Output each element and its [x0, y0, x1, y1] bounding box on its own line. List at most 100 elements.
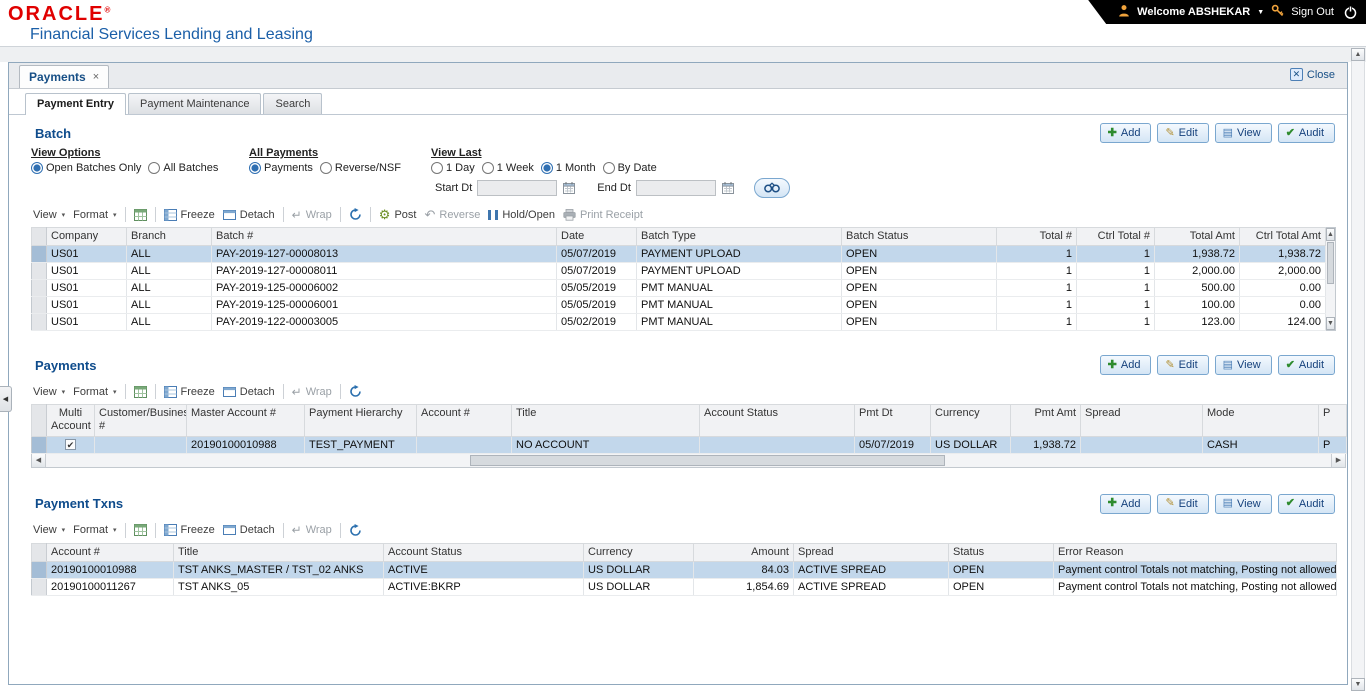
batch-holdopen-button[interactable]: Hold/Open: [488, 209, 555, 221]
payments-export-button[interactable]: [133, 385, 147, 398]
tab-close-icon[interactable]: ×: [93, 71, 99, 83]
column-header[interactable]: Currency: [930, 404, 1011, 437]
tab-payments[interactable]: Payments ×: [19, 65, 110, 88]
column-header[interactable]: Spread: [793, 542, 949, 562]
column-header[interactable]: Pmt Amt: [1010, 404, 1081, 437]
payments-add-button[interactable]: ✚ Add: [1099, 355, 1152, 376]
column-header[interactable]: Batch #: [211, 226, 557, 247]
payments-scroll-track[interactable]: [46, 454, 1331, 466]
splitter-collapse-handle[interactable]: ◀: [0, 386, 12, 412]
view-options-option[interactable]: Open Batches Only: [31, 162, 141, 174]
welcome-user-menu[interactable]: Welcome ABSHEKAR: [1137, 6, 1250, 18]
close-control[interactable]: ✕ Close: [1289, 68, 1335, 81]
payments-view-menu[interactable]: View ▾: [33, 386, 65, 398]
page-scrollbar[interactable]: ▲ ▼: [1351, 48, 1365, 691]
column-header[interactable]: Account Status: [383, 542, 584, 562]
txns-refresh-button[interactable]: [349, 523, 362, 537]
view-last-radio[interactable]: [602, 162, 615, 174]
payments-detach-button[interactable]: Detach: [222, 386, 275, 398]
column-header[interactable]: Ctrl Total #: [1076, 226, 1155, 247]
table-row[interactable]: US01 ALL PAY-2019-122-00003005 05/02/2019 PM…: [31, 313, 1326, 332]
column-header[interactable]: Batch Status: [841, 226, 997, 247]
column-header[interactable]: Customer/Business #: [94, 404, 187, 437]
batch-view-button[interactable]: ▤ View: [1214, 123, 1272, 143]
welcome-caret-icon[interactable]: ▼: [1257, 9, 1264, 16]
table-row[interactable]: ✔ 20190100010988 TEST_PAYMENT NO ACCOUNT 05/…: [31, 436, 1347, 454]
column-header[interactable]: Account Status: [699, 404, 855, 437]
table-row[interactable]: 20190100011267 TST ANKS_05 ACTIVE:BKRP US D…: [31, 578, 1337, 596]
column-header[interactable]: Payment Hierarchy: [304, 404, 417, 437]
view-last-radio[interactable]: [481, 162, 494, 174]
table-row[interactable]: US01 ALL PAY-2019-125-00006002 05/05/2019 PM…: [31, 279, 1326, 298]
scroll-left-icon[interactable]: ◀: [32, 453, 46, 467]
table-row[interactable]: 20190100010988 TST ANKS_MASTER / TST_02 A…: [31, 561, 1337, 579]
batch-detach-button[interactable]: Detach: [222, 209, 275, 221]
view-last-radio[interactable]: [431, 162, 443, 174]
all-payments-radio[interactable]: [249, 162, 261, 174]
txns-wrap-button[interactable]: ↵ Wrap: [292, 524, 332, 536]
payments-refresh-button[interactable]: [349, 385, 362, 398]
start-dt-calendar-icon[interactable]: [560, 180, 578, 197]
all-payments-radio[interactable]: [319, 162, 332, 174]
column-header[interactable]: Title: [511, 404, 700, 437]
payments-view-button[interactable]: ▤ View: [1214, 355, 1272, 376]
batch-edit-button[interactable]: ✎ Edit: [1157, 123, 1209, 143]
txns-export-button[interactable]: [133, 524, 147, 537]
multi-account-checkbox[interactable]: ✔: [65, 438, 76, 450]
payments-grid-hscrollbar[interactable]: ◀ ▶: [31, 453, 1346, 468]
txns-format-menu[interactable]: Format ▾: [73, 524, 116, 536]
column-header[interactable]: Mode: [1202, 404, 1319, 437]
payments-scroll-thumb[interactable]: [470, 454, 946, 466]
batch-post-button[interactable]: ⚙ Post: [379, 208, 417, 221]
row-selector[interactable]: [31, 245, 47, 264]
tab-payment-maintenance[interactable]: Payment Maintenance: [128, 93, 262, 114]
payments-wrap-button[interactable]: ↵ Wrap: [292, 386, 332, 398]
tab-search[interactable]: Search: [263, 93, 323, 114]
batch-scroll-track[interactable]: [1327, 241, 1334, 317]
view-last-radio[interactable]: [540, 162, 553, 174]
batch-printreceipt-button[interactable]: Print Receipt: [563, 209, 643, 221]
view-options-radio[interactable]: [148, 162, 161, 174]
txns-freeze-button[interactable]: Freeze: [163, 524, 215, 537]
txns-add-button[interactable]: ✚ Add: [1099, 493, 1152, 514]
all-payments-option[interactable]: Payments: [249, 162, 313, 174]
txns-detach-button[interactable]: Detach: [222, 524, 275, 536]
batch-scroll-thumb[interactable]: [1327, 242, 1334, 284]
column-header[interactable]: Amount: [693, 542, 794, 562]
payments-format-menu[interactable]: Format ▾: [73, 386, 116, 398]
row-selector[interactable]: [31, 578, 47, 596]
batch-audit-button[interactable]: ✔ Audit: [1277, 123, 1335, 143]
column-header[interactable]: Branch: [126, 226, 212, 247]
row-selector[interactable]: [31, 436, 47, 454]
txns-view-menu[interactable]: View ▾: [33, 524, 65, 536]
column-header[interactable]: Ctrl Total Amt: [1239, 226, 1326, 247]
view-last-option[interactable]: 1 Week: [481, 162, 534, 174]
scroll-right-icon[interactable]: ▶: [1331, 453, 1345, 467]
batch-reverse-button[interactable]: ↶ Reverse: [424, 208, 480, 221]
scroll-down-icon[interactable]: ▼: [1326, 317, 1335, 331]
tab-payment-entry[interactable]: Payment Entry: [25, 93, 127, 115]
row-selector[interactable]: [31, 313, 47, 332]
column-header[interactable]: P: [1318, 404, 1347, 437]
scroll-up-icon[interactable]: ▲: [1326, 228, 1335, 241]
view-last-option[interactable]: By Date: [602, 162, 657, 174]
batch-add-button[interactable]: ✚ Add: [1099, 123, 1152, 143]
power-icon[interactable]: [1343, 5, 1358, 20]
payments-edit-button[interactable]: ✎ Edit: [1157, 355, 1209, 376]
column-header[interactable]: Company: [46, 226, 127, 247]
row-selector[interactable]: [31, 561, 47, 579]
batch-export-button[interactable]: [133, 208, 147, 221]
scroll-down-icon[interactable]: ▼: [1351, 678, 1365, 691]
view-last-option[interactable]: 1 Day: [431, 162, 475, 174]
column-header[interactable]: Batch Type: [636, 226, 842, 247]
view-options-radio[interactable]: [31, 162, 43, 174]
payments-audit-button[interactable]: ✔ Audit: [1277, 355, 1335, 376]
table-row[interactable]: US01 ALL PAY-2019-125-00006001 05/05/2019 PM…: [31, 296, 1326, 315]
txns-view-button[interactable]: ▤ View: [1214, 493, 1272, 514]
batch-refresh-button[interactable]: [349, 208, 362, 221]
column-header[interactable]: Total #: [996, 226, 1077, 247]
all-payments-option[interactable]: Reverse/NSF: [319, 162, 401, 174]
view-options-option[interactable]: All Batches: [148, 162, 218, 174]
table-row[interactable]: US01 ALL PAY-2019-127-00008011 05/07/2019 PA…: [31, 262, 1326, 281]
batch-format-menu[interactable]: Format ▾: [73, 209, 116, 221]
